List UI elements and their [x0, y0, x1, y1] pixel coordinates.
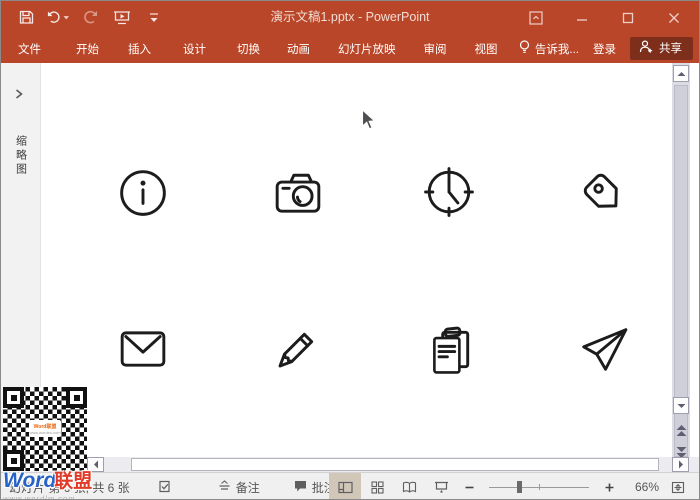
tab-insert[interactable]: 插入	[128, 41, 151, 57]
powerpoint-window: 演示文稿1.pptx - PowerPoint 文件 开始 插入 设计 切换 动…	[0, 0, 700, 500]
scroll-down-icon[interactable]	[673, 397, 689, 414]
redo-icon[interactable]	[79, 7, 101, 29]
notes-button[interactable]: 备注	[206, 473, 272, 500]
zoom-percentage[interactable]: 66%	[625, 480, 659, 494]
qr-finder-pattern	[3, 450, 24, 471]
copy-icon[interactable]	[425, 325, 475, 375]
maximize-icon[interactable]	[605, 1, 651, 34]
zoom-slider-midpoint	[539, 484, 540, 490]
scroll-up-icon[interactable]	[673, 65, 689, 82]
horizontal-scrollbar-thumb[interactable]	[131, 458, 659, 471]
chevron-right-icon[interactable]	[13, 87, 25, 106]
scroll-left-icon[interactable]	[87, 457, 104, 472]
mail-icon[interactable]	[118, 324, 168, 374]
zoom-in-icon[interactable]	[597, 473, 621, 500]
slideshow-view-icon[interactable]	[425, 473, 457, 500]
lightbulb-icon	[519, 40, 530, 57]
tab-transitions[interactable]: 切换	[237, 41, 260, 57]
window-controls	[513, 1, 697, 34]
info-icon[interactable]	[118, 168, 168, 218]
quick-access-toolbar	[15, 1, 165, 34]
zoom-out-icon[interactable]	[457, 473, 481, 500]
zoom-slider[interactable]	[489, 487, 589, 488]
tab-file[interactable]: 文件	[18, 41, 41, 57]
fit-slide-to-window-icon[interactable]	[665, 473, 691, 500]
ribbon-display-options-icon[interactable]	[513, 1, 559, 34]
tab-view[interactable]: 视图	[475, 41, 498, 57]
tag-icon[interactable]	[578, 168, 628, 218]
watermark-brand: Word联盟 www.wordlm.com	[3, 471, 92, 500]
tell-me-box[interactable]: 告诉我...	[519, 40, 579, 57]
qr-finder-pattern	[3, 387, 24, 408]
share-label: 共享	[659, 40, 682, 56]
send-icon[interactable]	[579, 325, 629, 375]
status-bar: 幻灯片 第 6 张, 共 6 张 备注 批注	[1, 472, 699, 500]
ribbon-right-cluster: 告诉我... 登录 共享	[519, 34, 693, 63]
ribbon-tabs: 文件 开始 插入 设计 切换 动画 幻灯片放映 审阅 视图	[1, 34, 498, 63]
clock-icon[interactable]	[424, 167, 474, 217]
customize-quick-access-icon[interactable]	[143, 7, 165, 29]
previous-slide-icon[interactable]	[672, 420, 690, 440]
qr-finder-pattern	[66, 387, 87, 408]
slideshow-from-start-icon[interactable]	[111, 7, 133, 29]
tab-slideshow[interactable]: 幻灯片放映	[338, 41, 396, 57]
pencil-icon[interactable]	[269, 327, 319, 377]
spellcheck-book-icon[interactable]	[146, 473, 184, 500]
notes-label: 备注	[236, 479, 260, 496]
undo-icon[interactable]	[47, 7, 69, 29]
share-button[interactable]: 共享	[630, 37, 693, 60]
slide-canvas[interactable]	[42, 63, 672, 457]
horizontal-scrollbar[interactable]	[41, 457, 700, 472]
sign-in-button[interactable]: 登录	[593, 41, 616, 57]
mouse-cursor	[361, 109, 377, 136]
comment-icon	[294, 480, 307, 495]
vertical-scrollbar[interactable]	[672, 63, 690, 472]
thumbnail-pane-label: 缩略图	[13, 135, 29, 177]
zoom-slider-thumb[interactable]	[517, 481, 522, 493]
tab-home[interactable]: 开始	[76, 41, 99, 57]
camera-icon[interactable]	[273, 169, 323, 219]
slide-sorter-icon[interactable]	[361, 473, 393, 500]
title-bar: 演示文稿1.pptx - PowerPoint	[1, 1, 699, 34]
reading-view-icon[interactable]	[393, 473, 425, 500]
scroll-right-icon[interactable]	[672, 457, 689, 472]
tell-me-label: 告诉我...	[535, 41, 579, 57]
tab-animations[interactable]: 动画	[287, 41, 310, 57]
save-icon[interactable]	[15, 7, 37, 29]
qr-code-watermark: Word联盟 www.wordlm.com	[3, 387, 87, 471]
ribbon-tab-row: 文件 开始 插入 设计 切换 动画 幻灯片放映 审阅 视图 告诉我... 登录 …	[1, 34, 699, 63]
normal-view-icon[interactable]	[329, 473, 361, 500]
minimize-icon[interactable]	[559, 1, 605, 34]
tab-design[interactable]: 设计	[183, 41, 206, 57]
notes-icon	[218, 480, 231, 495]
qr-center-logo: Word联盟 www.wordlm.com	[29, 420, 61, 437]
tab-review[interactable]: 审阅	[424, 41, 447, 57]
person-plus-icon	[639, 40, 653, 56]
close-icon[interactable]	[651, 1, 697, 34]
